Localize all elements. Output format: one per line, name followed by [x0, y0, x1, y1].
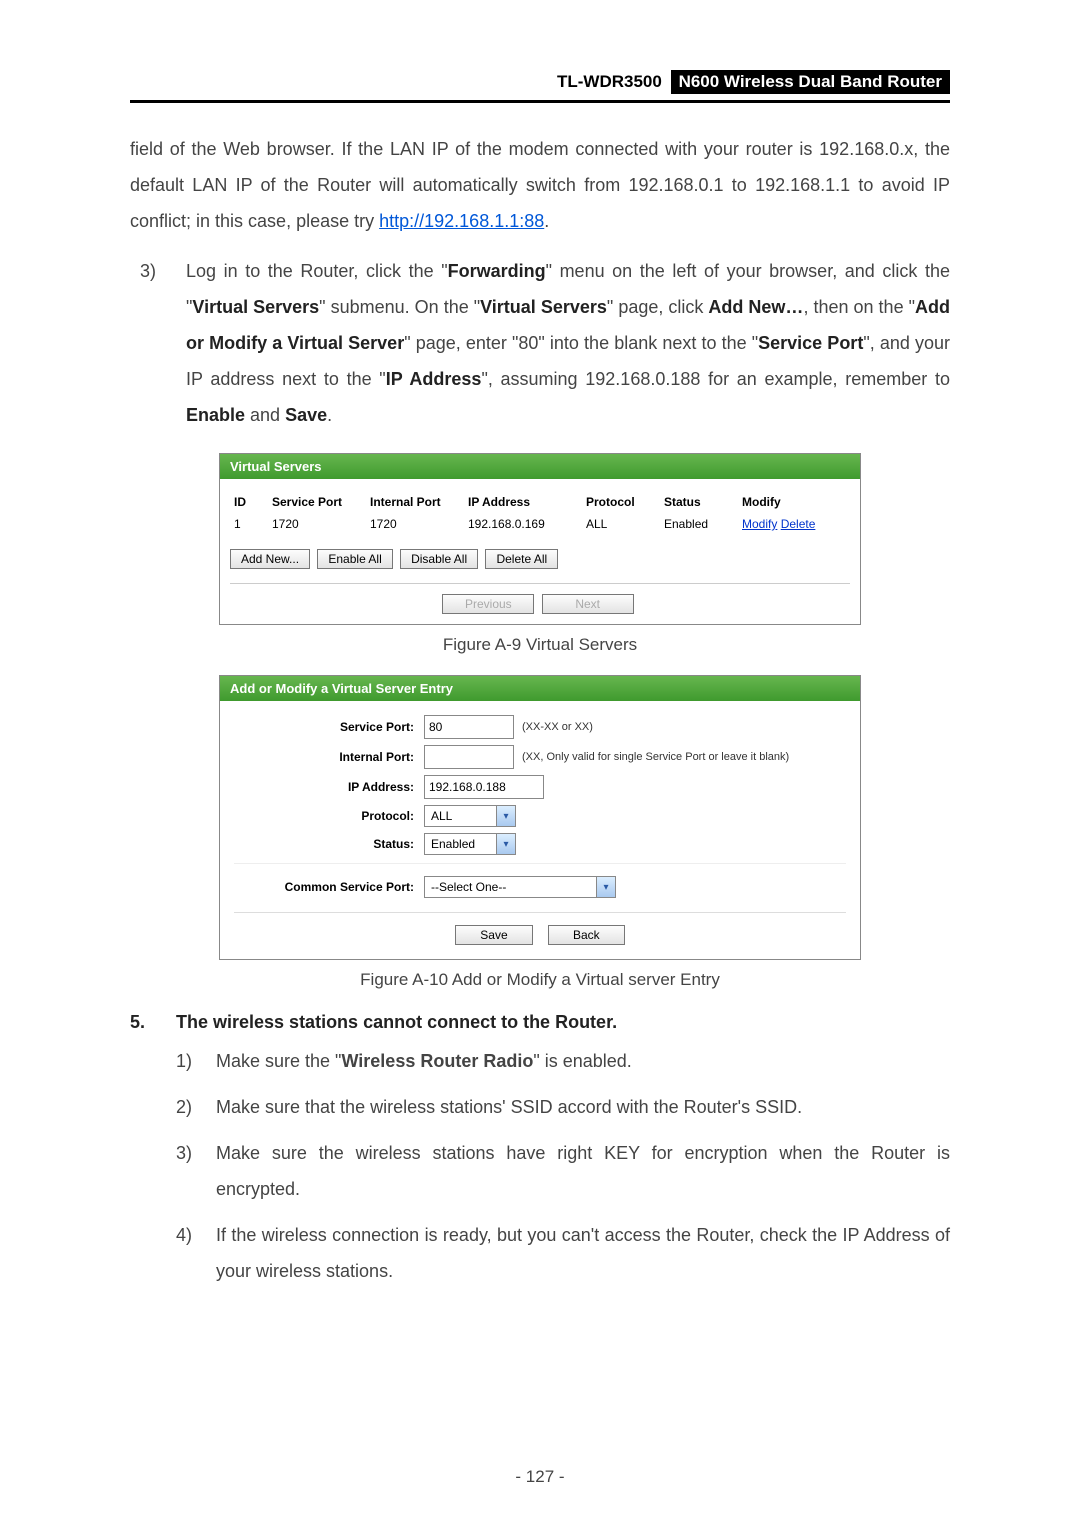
cell-internal-port: 1720 [366, 513, 464, 535]
label-ip-address: IP Address: [234, 780, 424, 794]
item-text: If the wireless connection is ready, but… [216, 1217, 950, 1289]
next-button: Next [542, 594, 634, 614]
figure-a9-caption: Figure A-9 Virtual Servers [130, 635, 950, 655]
page-number: - 127 - [0, 1467, 1080, 1487]
chevron-down-icon: ▾ [496, 834, 515, 854]
intro-link[interactable]: http://192.168.1.1:88 [379, 211, 544, 231]
status-value: Enabled [425, 837, 496, 851]
internal-port-input[interactable] [424, 745, 514, 769]
cell-service-port: 1720 [268, 513, 366, 535]
label-internal-port: Internal Port: [234, 750, 424, 764]
label-protocol: Protocol: [234, 809, 424, 823]
step-3: 3) Log in to the Router, click the "Forw… [140, 253, 950, 433]
list-item: 1) Make sure the "Wireless Router Radio"… [176, 1043, 950, 1079]
hint-service-port: (XX-XX or XX) [522, 721, 593, 733]
item-marker: 2) [176, 1089, 216, 1125]
cell-status: Enabled [660, 513, 738, 535]
status-select[interactable]: Enabled ▾ [424, 833, 516, 855]
vs-table: ID Service Port Internal Port IP Address… [230, 491, 850, 535]
th-protocol: Protocol [582, 491, 660, 513]
th-ip-address: IP Address [464, 491, 582, 513]
add-new-button[interactable]: Add New... [230, 549, 310, 569]
section-5-heading: 5. The wireless stations cannot connect … [130, 1012, 950, 1033]
label-status: Status: [234, 837, 424, 851]
label-service-port: Service Port: [234, 720, 424, 734]
service-port-input[interactable] [424, 715, 514, 739]
list-item: 3) Make sure the wireless stations have … [176, 1135, 950, 1207]
document-header: TL-WDR3500 N600 Wireless Dual Band Route… [130, 70, 950, 103]
protocol-select[interactable]: ALL ▾ [424, 805, 516, 827]
intro-paragraph: field of the Web browser. If the LAN IP … [130, 131, 950, 239]
product-title: N600 Wireless Dual Band Router [671, 70, 950, 94]
th-internal-port: Internal Port [366, 491, 464, 513]
vs-pager: Previous Next [230, 594, 850, 614]
th-id: ID [230, 491, 268, 513]
figure-a10-caption: Figure A-10 Add or Modify a Virtual serv… [130, 970, 950, 990]
table-row: 1 1720 1720 192.168.0.169 ALL Enabled Mo… [230, 513, 850, 535]
common-service-port-value: --Select One-- [425, 880, 596, 894]
chevron-down-icon: ▾ [596, 877, 615, 897]
item-text: Make sure the wireless stations have rig… [216, 1135, 950, 1207]
am-panel-title: Add or Modify a Virtual Server Entry [220, 676, 860, 701]
enable-all-button[interactable]: Enable All [317, 549, 392, 569]
cell-ip-address: 192.168.0.169 [464, 513, 582, 535]
ip-address-input[interactable] [424, 775, 544, 799]
section-5-title: The wireless stations cannot connect to … [176, 1012, 617, 1033]
model-label: TL-WDR3500 [557, 72, 666, 92]
step-3-content: Log in to the Router, click the "Forward… [186, 253, 950, 433]
delete-link[interactable]: Delete [781, 517, 816, 531]
intro-text-after: . [544, 211, 549, 231]
disable-all-button[interactable]: Disable All [400, 549, 478, 569]
section-5-list: 1) Make sure the "Wireless Router Radio"… [176, 1043, 950, 1289]
item-marker: 1) [176, 1043, 216, 1079]
modify-link[interactable]: Modify [742, 517, 777, 531]
save-button[interactable]: Save [455, 925, 532, 945]
list-item: 2) Make sure that the wireless stations'… [176, 1089, 950, 1125]
common-service-port-select[interactable]: --Select One-- ▾ [424, 876, 616, 898]
item-marker: 3) [176, 1135, 216, 1207]
delete-all-button[interactable]: Delete All [485, 549, 558, 569]
figure-add-modify: Add or Modify a Virtual Server Entry Ser… [130, 675, 950, 960]
figure-virtual-servers: Virtual Servers ID Service Port Internal… [130, 453, 950, 625]
cell-id: 1 [230, 513, 268, 535]
th-status: Status [660, 491, 738, 513]
step-3-marker: 3) [140, 253, 186, 433]
list-item: 4) If the wireless connection is ready, … [176, 1217, 950, 1289]
th-service-port: Service Port [268, 491, 366, 513]
section-5-num: 5. [130, 1012, 176, 1033]
item-marker: 4) [176, 1217, 216, 1289]
vs-panel-title: Virtual Servers [220, 454, 860, 479]
vs-action-row: Add New... Enable All Disable All Delete… [230, 549, 850, 569]
th-modify: Modify [738, 491, 850, 513]
previous-button: Previous [442, 594, 534, 614]
label-common-service-port: Common Service Port: [234, 880, 424, 894]
item-text: Make sure that the wireless stations' SS… [216, 1089, 950, 1125]
cell-protocol: ALL [582, 513, 660, 535]
hint-internal-port: (XX, Only valid for single Service Port … [522, 751, 789, 763]
chevron-down-icon: ▾ [496, 806, 515, 826]
protocol-value: ALL [425, 809, 496, 823]
back-button[interactable]: Back [548, 925, 625, 945]
